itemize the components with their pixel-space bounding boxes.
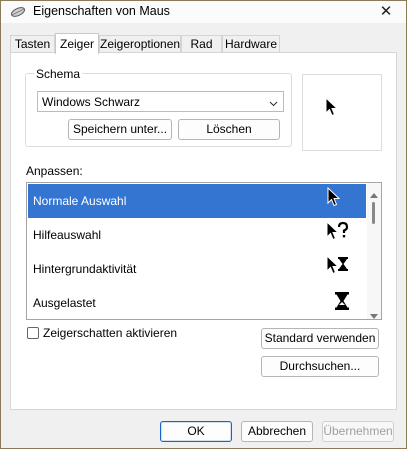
save-as-button[interactable]: Speichern unter...: [68, 119, 172, 140]
title-bar[interactable]: Eigenschaften von Maus ✕: [1, 1, 406, 23]
pointer-shadow-label: Zeigerschatten aktivieren: [43, 326, 178, 340]
tab-tasten[interactable]: Tasten: [10, 35, 55, 52]
mouse-properties-window: Eigenschaften von Maus ✕ Tasten Zeiger Z…: [0, 0, 407, 449]
pointer-tab-panel: Schema Windows Schwarz Speichern unter..…: [10, 52, 397, 410]
list-item-hilfeauswahl[interactable]: Hilfeauswahl: [28, 218, 366, 252]
working-in-background-cursor-icon: [324, 254, 354, 284]
cancel-button[interactable]: Abbrechen: [241, 421, 313, 442]
schema-dropdown[interactable]: Windows Schwarz: [37, 91, 284, 112]
tab-hardware[interactable]: Hardware: [222, 35, 280, 52]
list-item-label: Ausgelastet: [33, 296, 96, 310]
list-item-label: Hilfeauswahl: [33, 228, 102, 242]
use-default-button[interactable]: Standard verwenden: [261, 328, 379, 349]
busy-hourglass-cursor-icon: [330, 288, 360, 318]
close-button[interactable]: ✕: [372, 1, 400, 23]
scroll-up-arrow-icon[interactable]: [370, 187, 378, 198]
list-item-label: Hintergrundaktivität: [33, 262, 137, 276]
mouse-app-icon: [9, 6, 27, 18]
list-item-ausgelastet[interactable]: Ausgelastet: [28, 286, 366, 319]
ok-button[interactable]: OK: [160, 421, 232, 442]
list-item-normale-auswahl[interactable]: Normale Auswahl: [28, 184, 366, 218]
delete-button[interactable]: Löschen: [178, 119, 280, 140]
cursor-preview: [302, 74, 382, 151]
cursor-list[interactable]: Normale Auswahl Hilfeauswahl Hintergrund…: [26, 182, 382, 320]
arrow-cursor-icon: [325, 96, 339, 120]
scrollbar-thumb[interactable]: [372, 202, 375, 224]
scroll-down-arrow-icon[interactable]: [370, 309, 378, 319]
help-cursor-icon: [324, 220, 354, 250]
list-scrollbar[interactable]: [367, 183, 381, 319]
list-item-label: Normale Auswahl: [33, 194, 127, 208]
pointer-shadow-checkbox[interactable]: [27, 327, 39, 339]
chevron-down-icon: [269, 97, 278, 107]
browse-button[interactable]: Durchsuchen...: [261, 356, 379, 377]
schema-groupbox: Schema Windows Schwarz Speichern unter..…: [25, 67, 292, 147]
window-title: Eigenschaften von Maus: [33, 4, 170, 18]
apply-button[interactable]: Übernehmen: [322, 421, 394, 442]
customize-label: Anpassen:: [26, 164, 83, 178]
list-item-hintergrundaktivitaet[interactable]: Hintergrundaktivität: [28, 252, 366, 286]
arrow-cursor-icon: [324, 186, 354, 216]
schema-legend: Schema: [34, 67, 83, 81]
schema-selected-value: Windows Schwarz: [42, 95, 141, 109]
tab-zeigeroptionen[interactable]: Zeigeroptionen: [99, 35, 181, 52]
tab-rad[interactable]: Rad: [181, 35, 222, 52]
tab-zeiger[interactable]: Zeiger: [55, 33, 99, 54]
